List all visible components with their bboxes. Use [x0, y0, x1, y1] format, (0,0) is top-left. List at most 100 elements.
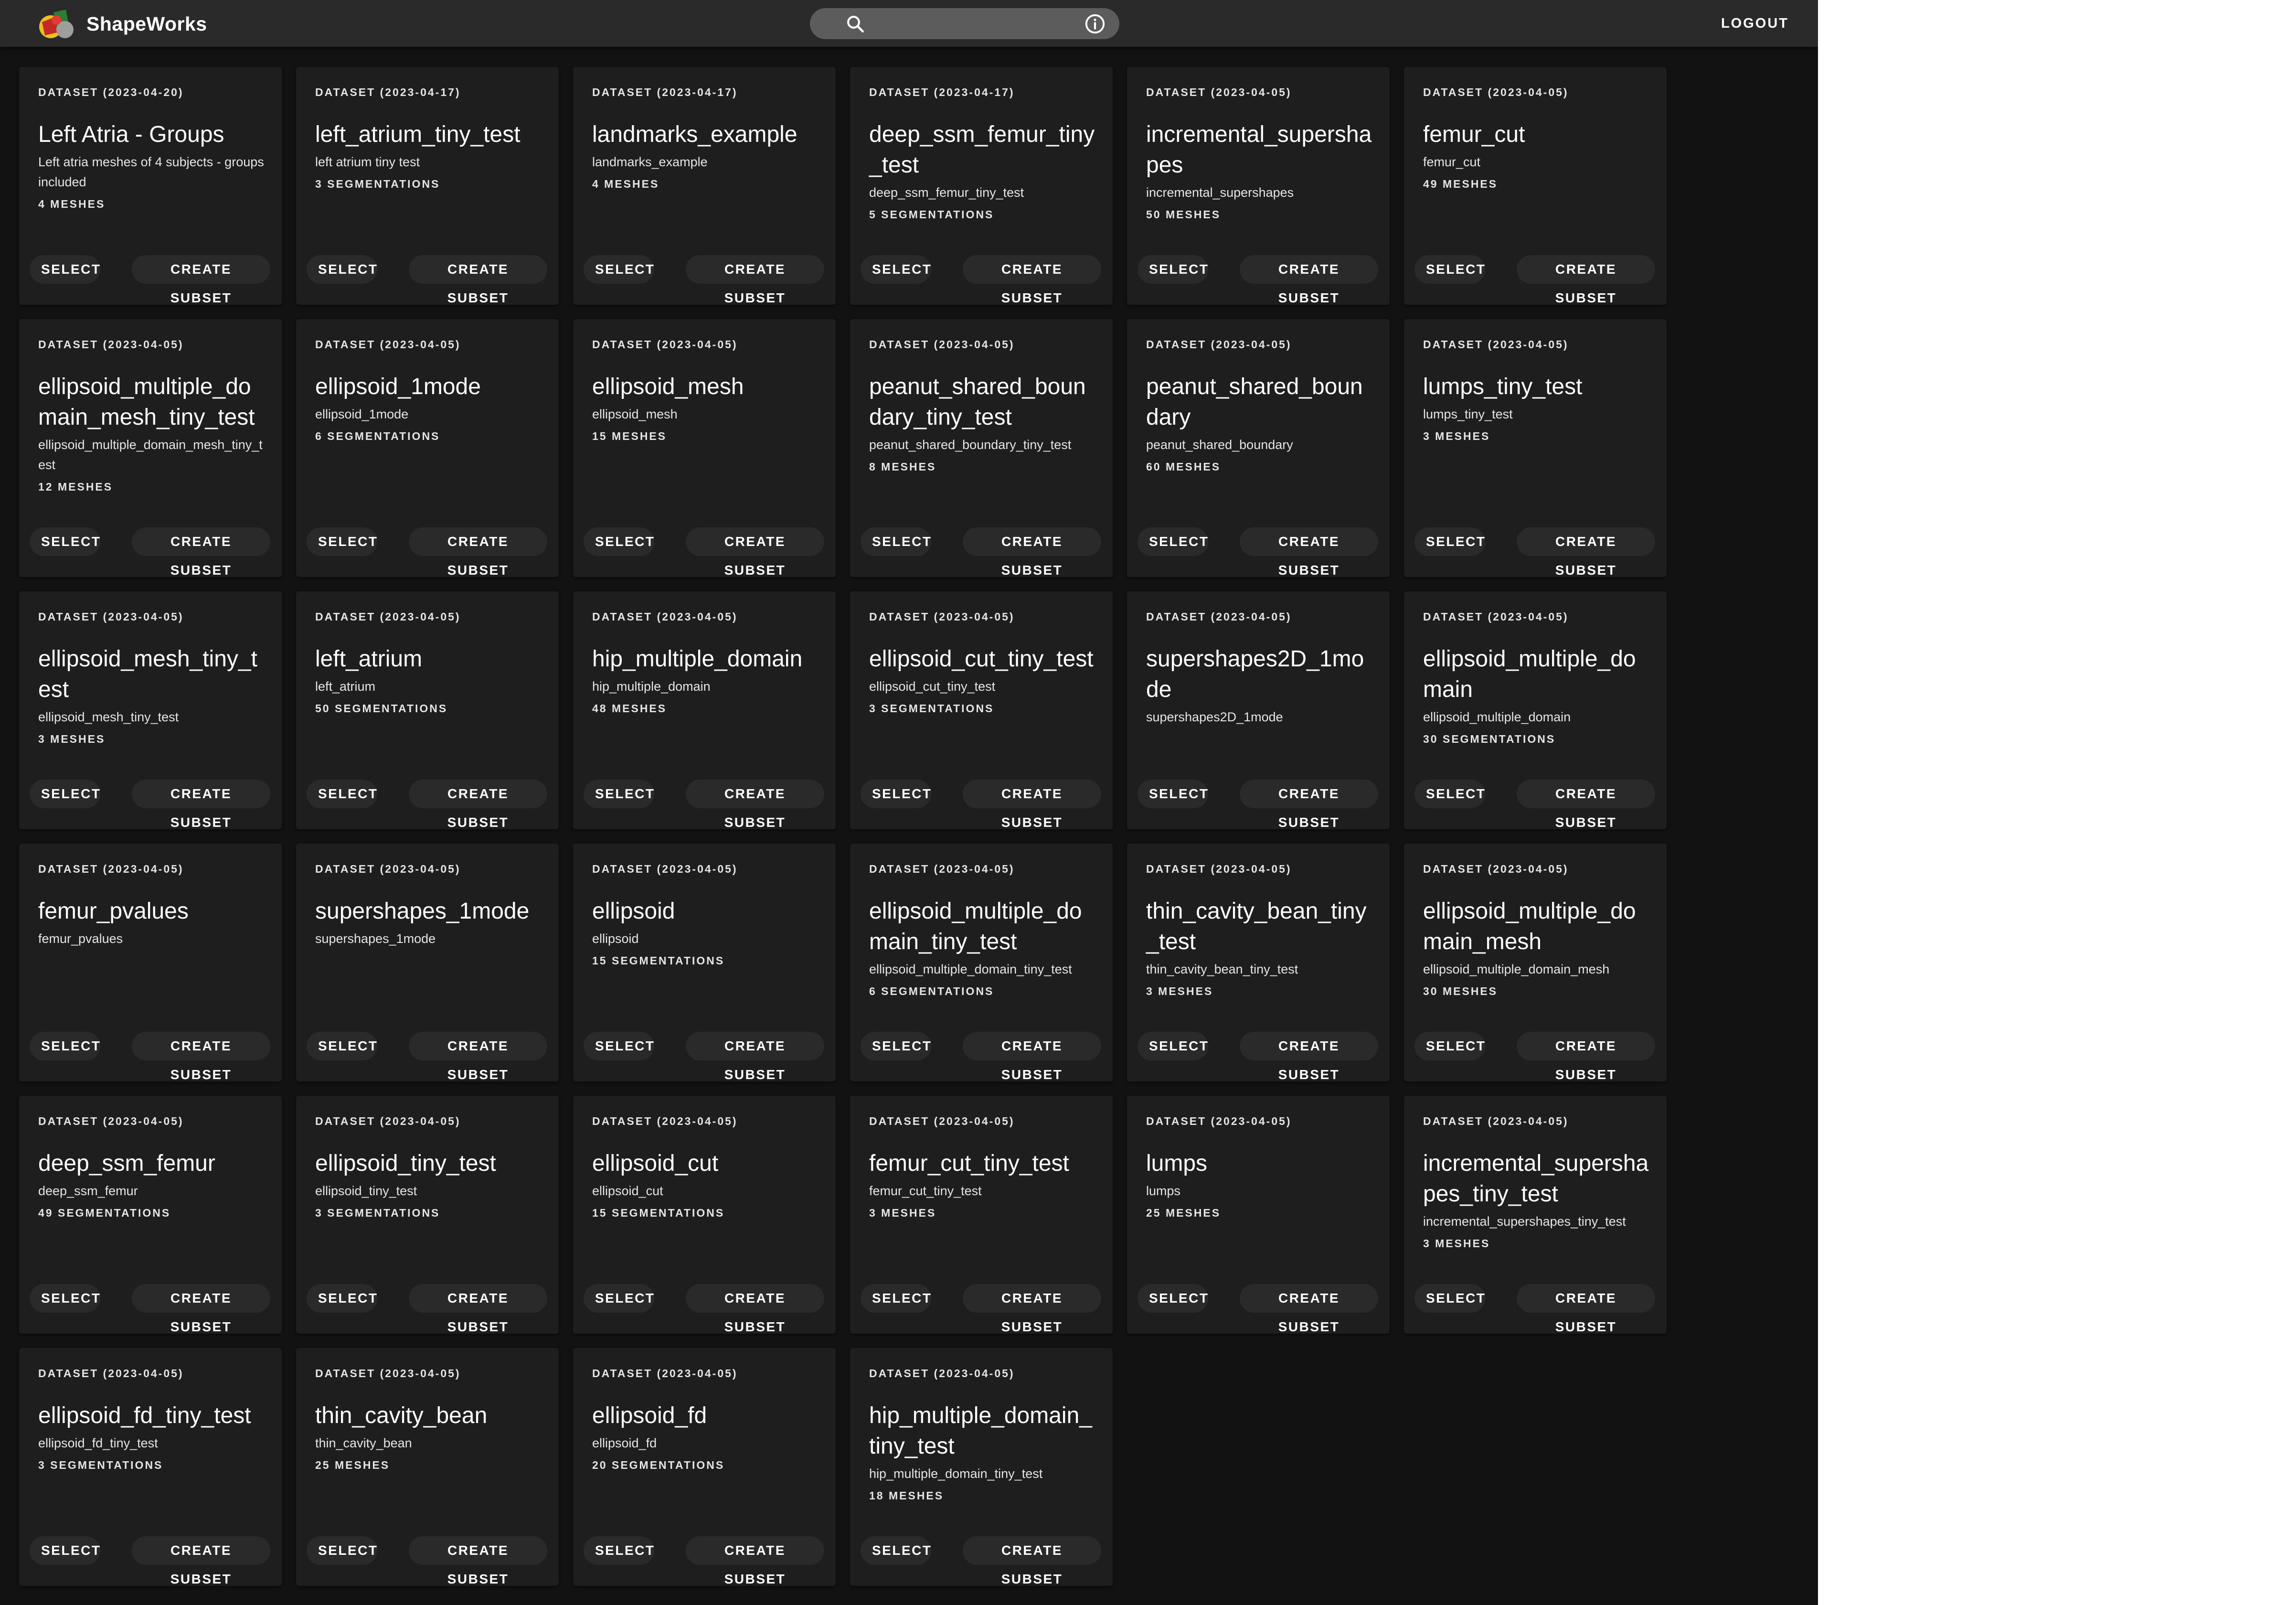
create-subset-button[interactable]: CREATE SUBSET — [409, 255, 547, 305]
select-button[interactable]: SELECT — [30, 1536, 100, 1565]
select-button[interactable]: SELECT — [307, 1536, 377, 1565]
shapeworks-logo[interactable] — [34, 6, 82, 42]
select-button[interactable]: SELECT — [861, 1032, 931, 1060]
dataset-info: supershapes_1mode supershapes_1mode — [315, 896, 544, 949]
create-subset-button[interactable]: CREATE SUBSET — [132, 780, 270, 830]
select-button[interactable]: SELECT — [1414, 1284, 1485, 1313]
create-subset-button[interactable]: CREATE SUBSET — [132, 527, 270, 578]
search-input[interactable] — [877, 12, 1051, 37]
select-button[interactable]: SELECT — [30, 255, 100, 284]
create-subset-button[interactable]: CREATE SUBSET — [1240, 527, 1378, 578]
create-subset-button[interactable]: CREATE SUBSET — [132, 1536, 270, 1586]
select-button[interactable]: SELECT — [1137, 780, 1208, 808]
select-button[interactable]: SELECT — [30, 1284, 100, 1313]
select-button[interactable]: SELECT — [30, 780, 100, 808]
create-subset-button[interactable]: CREATE SUBSET — [409, 1284, 547, 1334]
select-button[interactable]: SELECT — [1414, 527, 1485, 556]
create-subset-button[interactable]: CREATE SUBSET — [1517, 1032, 1655, 1082]
search-icon[interactable] — [845, 14, 865, 34]
select-button[interactable]: SELECT — [861, 1284, 931, 1313]
dataset-description: ellipsoid_mesh — [592, 407, 678, 421]
create-subset-button[interactable]: CREATE SUBSET — [132, 1032, 270, 1082]
select-button[interactable]: SELECT — [861, 780, 931, 808]
select-button[interactable]: SELECT — [1414, 1032, 1485, 1060]
create-subset-button[interactable]: CREATE SUBSET — [409, 1032, 547, 1082]
dataset-date: DATASET (2023-04-17) — [592, 86, 738, 98]
select-button[interactable]: SELECT — [584, 1536, 654, 1565]
create-subset-button[interactable]: CREATE SUBSET — [1517, 255, 1655, 305]
create-subset-button[interactable]: CREATE SUBSET — [963, 1536, 1101, 1586]
create-subset-button[interactable]: CREATE SUBSET — [1517, 1284, 1655, 1334]
select-button[interactable]: SELECT — [584, 780, 654, 808]
select-button[interactable]: SELECT — [1137, 255, 1208, 284]
create-subset-button[interactable]: CREATE SUBSET — [1240, 780, 1378, 830]
select-button[interactable]: SELECT — [584, 527, 654, 556]
dataset-name: ellipsoid_cut_tiny_test — [869, 646, 1094, 672]
dataset-description: lumps_tiny_test — [1423, 407, 1513, 421]
create-subset-button[interactable]: CREATE SUBSET — [132, 255, 270, 305]
select-button[interactable]: SELECT — [1137, 1032, 1208, 1060]
create-subset-button[interactable]: CREATE SUBSET — [132, 1284, 270, 1334]
dataset-name: femur_cut — [1423, 122, 1525, 147]
select-button[interactable]: SELECT — [1414, 780, 1485, 808]
create-subset-button[interactable]: CREATE SUBSET — [686, 1032, 824, 1082]
dataset-name: ellipsoid_mesh — [592, 374, 744, 399]
dataset-card: DATASET (2023-04-05) ellipsoid_tiny_test e… — [296, 1096, 559, 1334]
dataset-info: ellipsoid_fd_tiny_test ellipsoid_fd_tiny_… — [38, 1401, 267, 1472]
dataset-info: lumps_tiny_test lumps_tiny_test 3 MESHES — [1423, 372, 1652, 443]
select-button[interactable]: SELECT — [1137, 1284, 1208, 1313]
select-button[interactable]: SELECT — [861, 1536, 931, 1565]
create-subset-button[interactable]: CREATE SUBSET — [409, 527, 547, 578]
dataset-count: 3 SEGMENTATIONS — [38, 1459, 163, 1471]
select-button[interactable]: SELECT — [584, 255, 654, 284]
select-button[interactable]: SELECT — [584, 1284, 654, 1313]
create-subset-button[interactable]: CREATE SUBSET — [963, 255, 1101, 305]
create-subset-button[interactable]: CREATE SUBSET — [963, 1284, 1101, 1334]
dataset-card: DATASET (2023-04-05) hip_multiple_domain h… — [573, 591, 836, 830]
select-button[interactable]: SELECT — [1414, 255, 1485, 284]
dataset-info: deep_ssm_femur_tiny_test deep_ssm_femur_t… — [869, 119, 1098, 222]
create-subset-button[interactable]: CREATE SUBSET — [963, 527, 1101, 578]
dataset-info: ellipsoid_1mode ellipsoid_1mode 6 SEGMENTA… — [315, 372, 544, 443]
search-bar[interactable] — [810, 8, 1119, 39]
dataset-info: supershapes2D_1mode supershapes2D_1mode — [1146, 644, 1375, 727]
select-button[interactable]: SELECT — [861, 255, 931, 284]
create-subset-button[interactable]: CREATE SUBSET — [963, 780, 1101, 830]
dataset-description: deep_ssm_femur_tiny_test — [869, 185, 1024, 200]
dataset-card: DATASET (2023-04-05) incremental_supersha… — [1404, 1096, 1667, 1334]
logout-button[interactable]: LOGOUT — [1714, 13, 1796, 33]
create-subset-button[interactable]: CREATE SUBSET — [1517, 780, 1655, 830]
create-subset-button[interactable]: CREATE SUBSET — [409, 1536, 547, 1586]
create-subset-button[interactable]: CREATE SUBSET — [963, 1032, 1101, 1082]
create-subset-button[interactable]: CREATE SUBSET — [1240, 255, 1378, 305]
select-button[interactable]: SELECT — [1137, 527, 1208, 556]
select-button[interactable]: SELECT — [30, 527, 100, 556]
dataset-count: 12 MESHES — [38, 481, 113, 493]
dataset-description: femur_pvalues — [38, 931, 123, 946]
select-button[interactable]: SELECT — [307, 780, 377, 808]
create-subset-button[interactable]: CREATE SUBSET — [686, 527, 824, 578]
create-subset-button[interactable]: CREATE SUBSET — [1240, 1284, 1378, 1334]
create-subset-button[interactable]: CREATE SUBSET — [1240, 1032, 1378, 1082]
dataset-date: DATASET (2023-04-05) — [38, 1115, 184, 1127]
app-title[interactable]: ShapeWorks — [86, 12, 207, 36]
create-subset-button[interactable]: CREATE SUBSET — [686, 1536, 824, 1586]
dataset-date: DATASET (2023-04-05) — [1146, 86, 1292, 98]
create-subset-button[interactable]: CREATE SUBSET — [686, 255, 824, 305]
dataset-info: hip_multiple_domain_tiny_test hip_multipl… — [869, 1401, 1098, 1503]
select-button[interactable]: SELECT — [307, 1032, 377, 1060]
info-icon[interactable] — [1084, 13, 1106, 35]
select-button[interactable]: SELECT — [584, 1032, 654, 1060]
select-button[interactable]: SELECT — [307, 255, 377, 284]
create-subset-button[interactable]: CREATE SUBSET — [1517, 527, 1655, 578]
select-button[interactable]: SELECT — [307, 527, 377, 556]
select-button[interactable]: SELECT — [861, 527, 931, 556]
dataset-card: DATASET (2023-04-05) lumps lumps 25 MESHES S… — [1127, 1096, 1390, 1334]
select-button[interactable]: SELECT — [30, 1032, 100, 1060]
create-subset-button[interactable]: CREATE SUBSET — [686, 780, 824, 830]
create-subset-button[interactable]: CREATE SUBSET — [686, 1284, 824, 1334]
dataset-card: DATASET (2023-04-05) ellipsoid_mesh ellips… — [573, 319, 836, 578]
create-subset-button[interactable]: CREATE SUBSET — [409, 780, 547, 830]
select-button[interactable]: SELECT — [307, 1284, 377, 1313]
dataset-card: DATASET (2023-04-17) left_atrium_tiny_tes… — [296, 67, 559, 305]
